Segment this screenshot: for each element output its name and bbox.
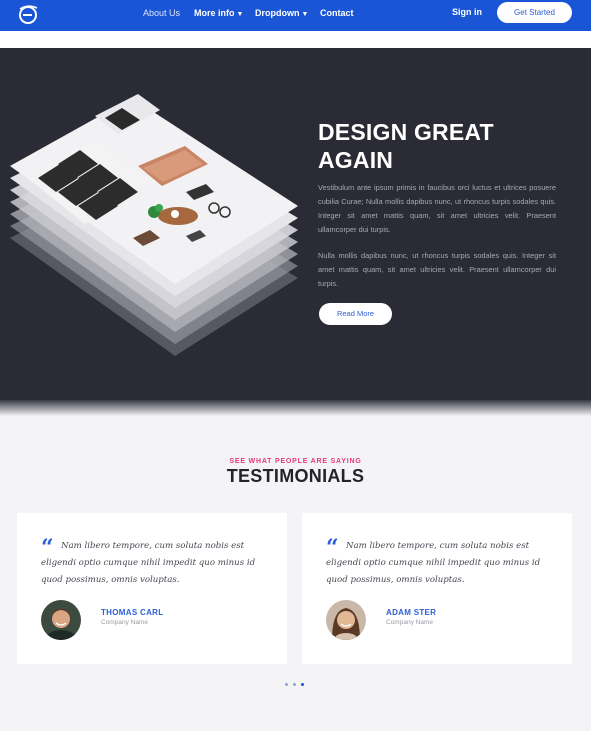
- testimonial-quote: Nam libero tempore, cum soluta nobis est…: [41, 541, 256, 585]
- brand-logo-icon[interactable]: [17, 3, 39, 25]
- carousel-dot-2[interactable]: [293, 683, 296, 686]
- nav-link-more-info-label: More info: [194, 8, 235, 18]
- get-started-button[interactable]: Get Started: [497, 2, 572, 23]
- chevron-down-icon: ▼: [301, 11, 309, 18]
- testimonial-person-name: ADAM STER: [386, 608, 437, 617]
- testimonials-eyebrow: SEE WHAT PEOPLE ARE SAYING: [229, 458, 362, 465]
- nav-link-about-us[interactable]: About Us: [143, 8, 180, 18]
- nav-link-more-info[interactable]: More info ▼: [194, 8, 243, 18]
- testimonial-person-name: THOMAS CARL: [101, 608, 164, 617]
- chevron-down-icon: ▼: [236, 11, 244, 18]
- testimonial-card: “ Nam libero tempore, cum soluta nobis e…: [17, 513, 287, 664]
- hero-bottom-shadow: [0, 400, 591, 416]
- hero-title-line-2: AGAIN: [318, 147, 394, 173]
- read-more-button[interactable]: Read More: [319, 303, 392, 325]
- hero-isometric-illustration: [0, 88, 305, 358]
- avatar: [41, 600, 81, 640]
- nav-link-dropdown-label: Dropdown: [255, 8, 300, 18]
- avatar: [326, 600, 366, 640]
- top-navbar: About Us More info ▼ Dropdown ▼ Contact Si…: [0, 0, 591, 31]
- hero-title-line-1: DESIGN GREAT: [318, 119, 494, 145]
- sign-in-link[interactable]: Sign in: [452, 7, 482, 17]
- hero-title: DESIGN GREAT AGAIN: [318, 118, 558, 174]
- carousel-pagination: [283, 682, 309, 688]
- testimonial-quote: Nam libero tempore, cum soluta nobis est…: [326, 541, 541, 585]
- hero-paragraph-1: Vestibulum ante ipsum primis in faucibus…: [318, 183, 556, 234]
- carousel-dot-3[interactable]: [301, 683, 304, 686]
- testimonial-company: Company Name: [386, 619, 433, 626]
- nav-link-dropdown[interactable]: Dropdown ▼: [255, 8, 308, 18]
- hero-paragraph-2: Nulla mollis dapibus nunc, ut rhoncus tu…: [318, 251, 556, 288]
- testimonials-title: TESTIMONIALS: [226, 466, 365, 486]
- testimonial-company: Company Name: [101, 619, 148, 626]
- header-spacer: [0, 31, 591, 48]
- nav-link-contact[interactable]: Contact: [320, 8, 354, 18]
- carousel-dot-1[interactable]: [285, 683, 288, 686]
- testimonial-card: “ Nam libero tempore, cum soluta nobis e…: [302, 513, 572, 664]
